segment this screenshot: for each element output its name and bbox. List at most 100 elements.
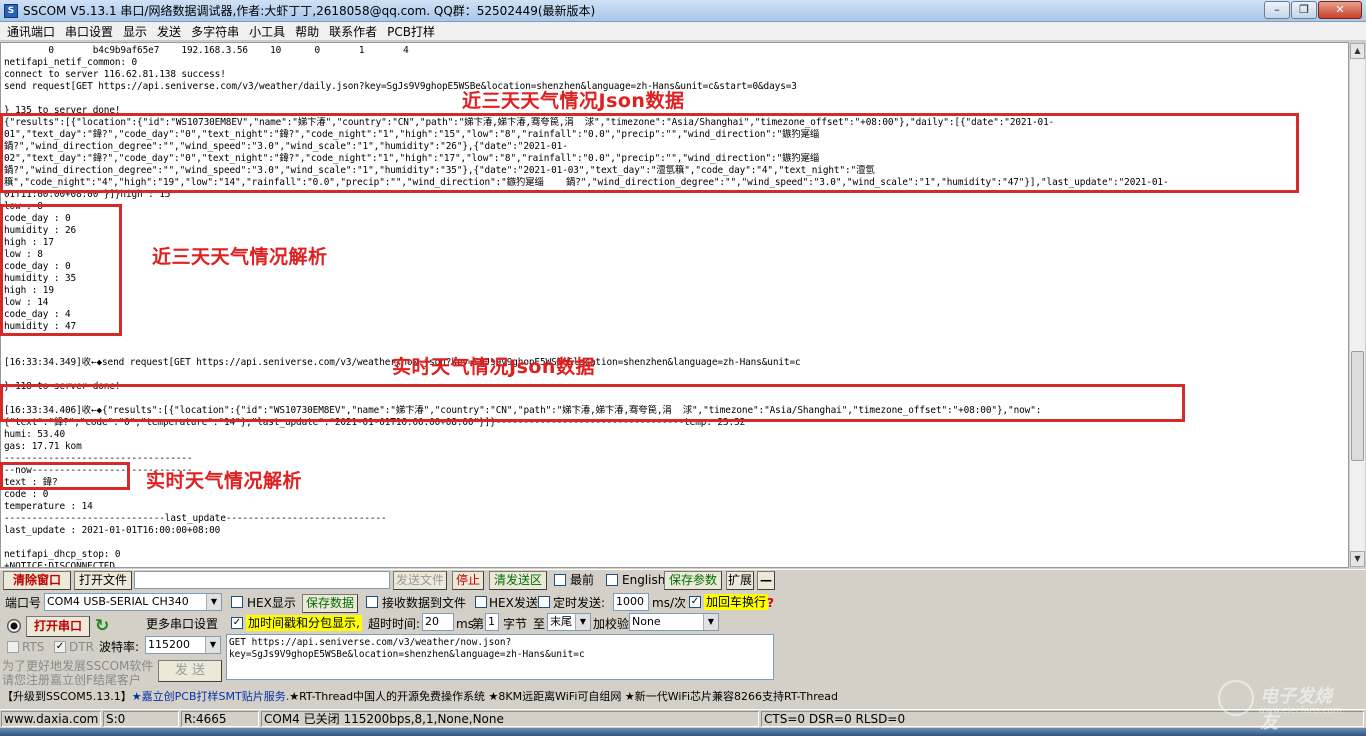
receive-line: [16:33:34.349]收←◆send request[GET https:…	[4, 357, 801, 368]
nth-label: 第	[472, 617, 485, 631]
daily-json-box	[0, 113, 1299, 193]
app-icon: S	[4, 3, 18, 18]
baud-select[interactable]: 115200 ▼	[145, 636, 221, 654]
received-count: R:4665	[181, 711, 259, 727]
rts-label: RTS	[22, 640, 45, 654]
open-port-button[interactable]: 打开串口	[26, 616, 90, 637]
top-most-checkbox[interactable]	[554, 574, 566, 586]
to-select[interactable]: 末尾 ▼	[547, 613, 591, 631]
toolbar-row: 清除窗口 打开文件 发送文件 停止 清发送区 最前 English 保存参数 扩…	[0, 569, 1366, 591]
timestamp-checkbox[interactable]: ✓	[231, 617, 243, 629]
interval-unit: ms/次	[652, 596, 686, 610]
menu-contact-author[interactable]: 联系作者	[324, 23, 382, 40]
receive-line: ----------------------------------	[4, 453, 193, 464]
nth-input[interactable]: 1	[485, 613, 499, 631]
receive-line: +NOTICE:DISCONNECTED	[4, 561, 115, 568]
scroll-down-icon[interactable]: ▼	[1350, 551, 1365, 567]
daily-parse-box	[0, 204, 122, 336]
top-most-label: 最前	[570, 573, 595, 587]
receive-line: humidity : 35	[4, 273, 77, 284]
file-path-input[interactable]	[134, 571, 390, 589]
status-bar: www.daxia.com S:0 R:4665 COM4 已关闭 115200…	[0, 709, 1366, 727]
dtr-label: DTR	[69, 640, 94, 654]
recv-to-file-checkbox[interactable]	[366, 596, 378, 608]
menu-tools[interactable]: 小工具	[244, 23, 290, 40]
taskbar	[0, 728, 1366, 736]
send-file-button[interactable]: 发送文件	[393, 571, 447, 590]
port-select-value: COM4 USB-SERIAL CH340	[47, 595, 189, 608]
save-data-button[interactable]: 保存数据	[302, 594, 358, 613]
ad-bar: 【升级到SSCOM5.13.1】★嘉立创PCB打样SMT贴片服务.★RT-Thr…	[0, 688, 1366, 708]
now-json-box	[0, 384, 1185, 422]
clear-send-button[interactable]: 清发送区	[489, 571, 547, 590]
receive-line: high : 19	[4, 285, 54, 296]
hex-display-label: HEX显示	[247, 596, 296, 610]
receive-line	[4, 369, 1348, 381]
receive-line: temperature : 14	[4, 501, 93, 512]
send-textarea[interactable]: GET https://api.seniverse.com/v3/weather…	[226, 634, 774, 680]
scroll-up-icon[interactable]: ▲	[1350, 43, 1365, 59]
timed-send-checkbox[interactable]	[538, 596, 550, 608]
receive-line: humi: 53.40	[4, 429, 65, 440]
ad-pcb-link[interactable]: ★嘉立创PCB打样SMT贴片服务.	[132, 690, 289, 703]
menu-send[interactable]: 发送	[152, 23, 186, 40]
menu-help[interactable]: 帮助	[290, 23, 324, 40]
clear-window-button[interactable]: 清除窗口	[3, 571, 71, 590]
title-bar: S SSCOM V5.13.1 串口/网络数据调试器,作者:大虾丁丁,26180…	[0, 0, 1366, 22]
chevron-down-icon: ▼	[575, 614, 590, 630]
receive-line: -----------------------------last_update…	[4, 513, 387, 524]
maximize-button[interactable]: ❐	[1291, 1, 1317, 19]
port-label: 端口号	[5, 596, 42, 610]
timed-send-label: 定时发送:	[553, 596, 606, 610]
checksum-select[interactable]: None ▼	[629, 613, 719, 631]
receive-scrollbar[interactable]: ▲ ▼	[1349, 42, 1366, 568]
menu-port-settings[interactable]: 串口设置	[60, 23, 118, 40]
timestamp-label: 加时间戳和分包显示,	[246, 615, 362, 631]
open-file-button[interactable]: 打开文件	[74, 571, 132, 590]
menu-multi-string[interactable]: 多字符串	[186, 23, 244, 40]
receive-line: netifapi_dhcp_stop: 0	[4, 549, 121, 560]
minimize-button[interactable]: –	[1264, 1, 1290, 19]
hex-send-checkbox[interactable]	[475, 596, 487, 608]
interval-input[interactable]: 1000	[613, 593, 649, 611]
send-button[interactable]: 发 送	[158, 660, 222, 682]
checksum-label: 加校验	[593, 617, 630, 631]
save-params-button[interactable]: 保存参数	[664, 571, 722, 590]
to-select-value: 末尾	[550, 615, 572, 628]
dtr-checkbox[interactable]: ✓	[54, 641, 66, 653]
window-controls: – ❐ ✕	[1263, 1, 1362, 19]
english-checkbox[interactable]	[606, 574, 618, 586]
baud-select-value: 115200	[148, 638, 190, 651]
rts-checkbox[interactable]	[7, 641, 19, 653]
menu-pcb-proto[interactable]: PCB打样	[382, 23, 440, 40]
add-crlf-label: 加回车换行	[704, 594, 769, 610]
expand-button[interactable]: 扩展	[726, 571, 754, 590]
scroll-thumb[interactable]	[1351, 351, 1364, 461]
port-select[interactable]: COM4 USB-SERIAL CH340 ▼	[44, 593, 222, 611]
daily-json-label: 近三天天气情况Json数据	[462, 90, 685, 112]
sscom-window: S SSCOM V5.13.1 串口/网络数据调试器,作者:大虾丁丁,26180…	[0, 0, 1366, 736]
elecfans-logo-icon	[1218, 680, 1254, 716]
website-link[interactable]: www.daxia.com	[1, 711, 101, 727]
menu-comm-port[interactable]: 通讯端口	[2, 23, 60, 40]
help-question-icon[interactable]: ?	[767, 596, 774, 610]
receive-line: humidity : 26	[4, 225, 77, 236]
more-settings-link[interactable]: 更多串口设置	[146, 616, 218, 632]
baud-label: 波特率:	[99, 640, 140, 654]
ad-upgrade-link[interactable]: 【升级到SSCOM5.13.1】	[2, 690, 132, 703]
add-crlf-checkbox[interactable]: ✓	[689, 596, 701, 608]
now-json-label: 实时天气情况Json数据	[392, 356, 595, 378]
close-button[interactable]: ✕	[1318, 1, 1362, 19]
timeout-input[interactable]: 20	[422, 613, 454, 631]
collapse-button[interactable]: —	[757, 571, 775, 590]
now-parse-label: 实时天气情况解析	[146, 470, 303, 492]
ad-misc-text[interactable]: ★RT-Thread中国人的开源免费操作系统 ★8KM远距离WiFi可自组网 ★…	[289, 690, 838, 703]
menu-display[interactable]: 显示	[118, 23, 152, 40]
hex-send-label: HEX发送	[489, 596, 538, 610]
refresh-icon[interactable]: ↻	[95, 618, 109, 635]
hex-display-checkbox[interactable]	[231, 596, 243, 608]
english-label: English	[622, 573, 666, 587]
receive-line: code_day : 0	[4, 213, 71, 224]
stop-button[interactable]: 停止	[452, 571, 484, 590]
to-label: 至	[533, 617, 546, 631]
